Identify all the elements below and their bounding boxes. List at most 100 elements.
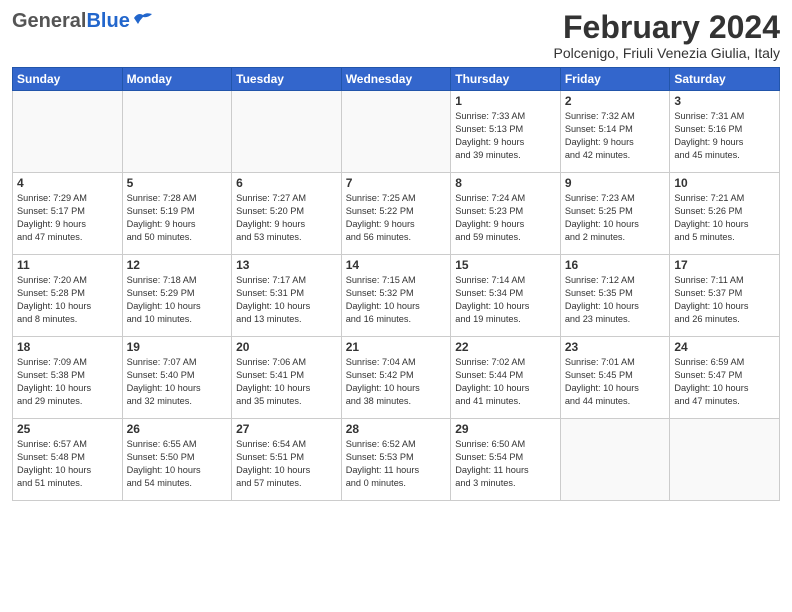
calendar-cell: 21 Sunrise: 7:04 AM Sunset: 5:42 PM Dayli… xyxy=(341,337,451,419)
calendar-cell: 18 Sunrise: 7:09 AM Sunset: 5:38 PM Dayli… xyxy=(13,337,123,419)
day-number: 12 xyxy=(127,258,228,272)
day-number: 9 xyxy=(565,176,666,190)
day-info: Sunrise: 6:52 AM Sunset: 5:53 PM Dayligh… xyxy=(346,438,447,490)
calendar-cell xyxy=(122,91,232,173)
day-number: 16 xyxy=(565,258,666,272)
week-row-1: 4 Sunrise: 7:29 AM Sunset: 5:17 PM Daylig… xyxy=(13,173,780,255)
calendar-cell: 20 Sunrise: 7:06 AM Sunset: 5:41 PM Dayli… xyxy=(232,337,342,419)
calendar-cell: 14 Sunrise: 7:15 AM Sunset: 5:32 PM Dayli… xyxy=(341,255,451,337)
day-number: 17 xyxy=(674,258,775,272)
calendar-cell: 10 Sunrise: 7:21 AM Sunset: 5:26 PM Dayli… xyxy=(670,173,780,255)
day-info: Sunrise: 7:14 AM Sunset: 5:34 PM Dayligh… xyxy=(455,274,556,326)
calendar-cell: 15Sunrise: 7:14 AM Sunset: 5:34 PM Dayli… xyxy=(451,255,561,337)
day-info: Sunrise: 6:50 AM Sunset: 5:54 PM Dayligh… xyxy=(455,438,556,490)
day-info: Sunrise: 7:17 AM Sunset: 5:31 PM Dayligh… xyxy=(236,274,337,326)
day-number: 27 xyxy=(236,422,337,436)
logo-general: General xyxy=(12,10,86,32)
day-number: 4 xyxy=(17,176,118,190)
day-number: 22 xyxy=(455,340,556,354)
header-friday: Friday xyxy=(560,68,670,91)
page: GeneralBlue February 2024 Polcenigo, Fri… xyxy=(0,0,792,612)
day-info: Sunrise: 7:29 AM Sunset: 5:17 PM Dayligh… xyxy=(17,192,118,244)
weekday-header-row: Sunday Monday Tuesday Wednesday Thursday… xyxy=(13,68,780,91)
day-info: Sunrise: 6:55 AM Sunset: 5:50 PM Dayligh… xyxy=(127,438,228,490)
logo-text: GeneralBlue xyxy=(12,10,130,33)
calendar-cell xyxy=(670,419,780,501)
header: GeneralBlue February 2024 Polcenigo, Fri… xyxy=(12,10,780,61)
day-info: Sunrise: 7:04 AM Sunset: 5:42 PM Dayligh… xyxy=(346,356,447,408)
day-number: 26 xyxy=(127,422,228,436)
header-saturday: Saturday xyxy=(670,68,780,91)
calendar-cell: 7Sunrise: 7:25 AM Sunset: 5:22 PM Daylig… xyxy=(341,173,451,255)
calendar-cell: 6Sunrise: 7:27 AM Sunset: 5:20 PM Daylig… xyxy=(232,173,342,255)
day-info: Sunrise: 7:18 AM Sunset: 5:29 PM Dayligh… xyxy=(127,274,228,326)
logo-blue: Blue xyxy=(86,10,129,32)
calendar-cell: 3 Sunrise: 7:31 AM Sunset: 5:16 PM Daylig… xyxy=(670,91,780,173)
calendar: Sunday Monday Tuesday Wednesday Thursday… xyxy=(12,67,780,501)
day-info: Sunrise: 7:21 AM Sunset: 5:26 PM Dayligh… xyxy=(674,192,775,244)
calendar-cell: 22 Sunrise: 7:02 AM Sunset: 5:44 PM Dayli… xyxy=(451,337,561,419)
day-number: 23 xyxy=(565,340,666,354)
day-info: Sunrise: 7:33 AM Sunset: 5:13 PM Dayligh… xyxy=(455,110,556,162)
calendar-cell: 11 Sunrise: 7:20 AM Sunset: 5:28 PM Dayli… xyxy=(13,255,123,337)
day-info: Sunrise: 7:07 AM Sunset: 5:40 PM Dayligh… xyxy=(127,356,228,408)
logo-bird-icon xyxy=(132,10,154,26)
day-info: Sunrise: 6:54 AM Sunset: 5:51 PM Dayligh… xyxy=(236,438,337,490)
calendar-cell: 25Sunrise: 6:57 AM Sunset: 5:48 PM Dayli… xyxy=(13,419,123,501)
day-info: Sunrise: 7:32 AM Sunset: 5:14 PM Dayligh… xyxy=(565,110,666,162)
calendar-cell: 2 Sunrise: 7:32 AM Sunset: 5:14 PM Daylig… xyxy=(560,91,670,173)
header-tuesday: Tuesday xyxy=(232,68,342,91)
day-number: 10 xyxy=(674,176,775,190)
week-row-0: 1 Sunrise: 7:33 AM Sunset: 5:13 PM Daylig… xyxy=(13,91,780,173)
location: Polcenigo, Friuli Venezia Giulia, Italy xyxy=(554,45,780,61)
day-number: 18 xyxy=(17,340,118,354)
day-number: 8 xyxy=(455,176,556,190)
day-info: Sunrise: 7:02 AM Sunset: 5:44 PM Dayligh… xyxy=(455,356,556,408)
day-number: 11 xyxy=(17,258,118,272)
header-thursday: Thursday xyxy=(451,68,561,91)
day-number: 19 xyxy=(127,340,228,354)
day-number: 24 xyxy=(674,340,775,354)
calendar-cell: 17 Sunrise: 7:11 AM Sunset: 5:37 PM Dayli… xyxy=(670,255,780,337)
day-info: Sunrise: 7:24 AM Sunset: 5:23 PM Dayligh… xyxy=(455,192,556,244)
calendar-cell xyxy=(232,91,342,173)
day-info: Sunrise: 6:59 AM Sunset: 5:47 PM Dayligh… xyxy=(674,356,775,408)
calendar-cell xyxy=(13,91,123,173)
calendar-cell: 23Sunrise: 7:01 AM Sunset: 5:45 PM Dayli… xyxy=(560,337,670,419)
calendar-cell: 28Sunrise: 6:52 AM Sunset: 5:53 PM Dayli… xyxy=(341,419,451,501)
calendar-cell: 26 Sunrise: 6:55 AM Sunset: 5:50 PM Dayli… xyxy=(122,419,232,501)
calendar-cell: 19 Sunrise: 7:07 AM Sunset: 5:40 PM Dayli… xyxy=(122,337,232,419)
title-section: February 2024 Polcenigo, Friuli Venezia … xyxy=(554,10,780,61)
day-info: Sunrise: 7:09 AM Sunset: 5:38 PM Dayligh… xyxy=(17,356,118,408)
day-info: Sunrise: 7:11 AM Sunset: 5:37 PM Dayligh… xyxy=(674,274,775,326)
day-info: Sunrise: 7:15 AM Sunset: 5:32 PM Dayligh… xyxy=(346,274,447,326)
header-wednesday: Wednesday xyxy=(341,68,451,91)
day-info: Sunrise: 7:06 AM Sunset: 5:41 PM Dayligh… xyxy=(236,356,337,408)
day-number: 29 xyxy=(455,422,556,436)
calendar-cell: 27 Sunrise: 6:54 AM Sunset: 5:51 PM Dayli… xyxy=(232,419,342,501)
month-title: February 2024 xyxy=(554,10,780,45)
day-info: Sunrise: 7:12 AM Sunset: 5:35 PM Dayligh… xyxy=(565,274,666,326)
calendar-cell xyxy=(560,419,670,501)
day-number: 5 xyxy=(127,176,228,190)
calendar-cell: 9 Sunrise: 7:23 AM Sunset: 5:25 PM Daylig… xyxy=(560,173,670,255)
calendar-cell xyxy=(341,91,451,173)
day-info: Sunrise: 7:20 AM Sunset: 5:28 PM Dayligh… xyxy=(17,274,118,326)
day-number: 20 xyxy=(236,340,337,354)
calendar-cell: 12 Sunrise: 7:18 AM Sunset: 5:29 PM Dayli… xyxy=(122,255,232,337)
day-number: 21 xyxy=(346,340,447,354)
calendar-cell: 29 Sunrise: 6:50 AM Sunset: 5:54 PM Dayli… xyxy=(451,419,561,501)
day-info: Sunrise: 6:57 AM Sunset: 5:48 PM Dayligh… xyxy=(17,438,118,490)
day-number: 1 xyxy=(455,94,556,108)
day-info: Sunrise: 7:31 AM Sunset: 5:16 PM Dayligh… xyxy=(674,110,775,162)
day-number: 7 xyxy=(346,176,447,190)
header-monday: Monday xyxy=(122,68,232,91)
day-number: 14 xyxy=(346,258,447,272)
day-info: Sunrise: 7:28 AM Sunset: 5:19 PM Dayligh… xyxy=(127,192,228,244)
calendar-cell: 4 Sunrise: 7:29 AM Sunset: 5:17 PM Daylig… xyxy=(13,173,123,255)
logo: GeneralBlue xyxy=(12,10,154,33)
week-row-3: 18 Sunrise: 7:09 AM Sunset: 5:38 PM Dayli… xyxy=(13,337,780,419)
day-number: 2 xyxy=(565,94,666,108)
day-number: 3 xyxy=(674,94,775,108)
day-info: Sunrise: 7:23 AM Sunset: 5:25 PM Dayligh… xyxy=(565,192,666,244)
